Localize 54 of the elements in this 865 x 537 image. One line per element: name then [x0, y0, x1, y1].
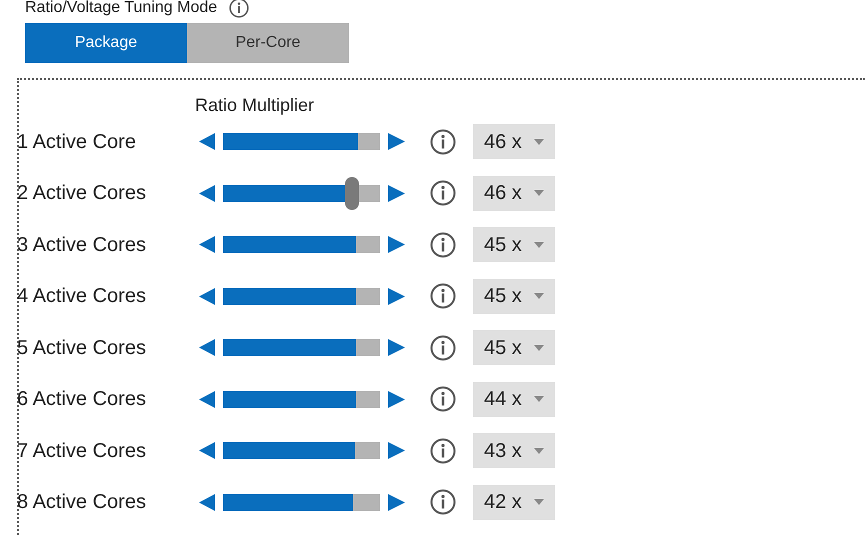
row-label: 1 Active Core [17, 130, 137, 155]
decrease-arrow-icon[interactable] [199, 133, 216, 150]
info-icon[interactable] [229, 0, 250, 18]
info-icon[interactable] [430, 489, 456, 516]
ratio-dropdown[interactable]: 45 x [473, 278, 555, 314]
caret-icon [534, 499, 544, 506]
info-icon[interactable] [430, 283, 456, 310]
info-icon[interactable] [430, 128, 456, 155]
slider[interactable] [223, 176, 380, 210]
caret-icon [534, 344, 544, 351]
increase-arrow-icon[interactable] [388, 236, 405, 254]
caret-icon [534, 293, 544, 300]
decrease-arrow-icon[interactable] [199, 390, 216, 408]
row-label: 8 Active Cores [17, 490, 147, 516]
increase-arrow-icon[interactable] [388, 133, 405, 150]
caret-icon [534, 190, 544, 196]
info-icon[interactable] [430, 334, 456, 361]
info-icon[interactable] [430, 180, 456, 206]
decrease-arrow-icon[interactable] [199, 442, 216, 460]
ratio-dropdown[interactable]: 46 x [473, 176, 555, 211]
ratio-dropdown[interactable]: 42 x [473, 484, 555, 520]
ratio-dropdown[interactable]: 46 x [473, 124, 555, 160]
info-icon[interactable] [430, 232, 456, 258]
decrease-arrow-icon[interactable] [199, 236, 216, 254]
row-label: 5 Active Cores [17, 336, 147, 361]
increase-arrow-icon[interactable] [388, 442, 405, 460]
increase-arrow-icon[interactable] [388, 339, 405, 356]
increase-arrow-icon[interactable] [388, 494, 405, 511]
caret-icon [534, 138, 544, 145]
increase-arrow-icon[interactable] [388, 184, 405, 202]
decrease-arrow-icon[interactable] [199, 339, 216, 356]
decrease-arrow-icon[interactable] [199, 288, 216, 305]
ratio-dropdown[interactable]: 43 x [473, 433, 555, 468]
mode-tab[interactable]: Per-Core [187, 23, 349, 63]
decrease-arrow-icon[interactable] [199, 494, 216, 511]
caret-icon [534, 396, 544, 402]
info-icon[interactable] [430, 438, 456, 464]
ratio-dropdown[interactable]: 44 x [473, 382, 555, 417]
column-header: Ratio Multiplier [195, 95, 314, 115]
ratio-dropdown[interactable]: 45 x [473, 330, 555, 366]
caret-icon [534, 242, 544, 248]
increase-arrow-icon[interactable] [388, 390, 405, 408]
decrease-arrow-icon[interactable] [199, 184, 216, 202]
section-title: Ratio/Voltage Tuning Mode [25, 0, 218, 16]
row-label: 2 Active Cores [17, 181, 147, 206]
row-label: 6 Active Cores [17, 387, 147, 412]
row-label: 4 Active Cores [17, 284, 147, 310]
info-icon[interactable] [430, 386, 456, 412]
ratio-dropdown[interactable]: 45 x [473, 227, 555, 262]
row-label: 3 Active Cores [17, 232, 147, 258]
caret-icon [534, 448, 544, 454]
row-label: 7 Active Cores [17, 438, 147, 464]
mode-tab[interactable]: Package [25, 23, 187, 63]
increase-arrow-icon[interactable] [388, 288, 405, 305]
